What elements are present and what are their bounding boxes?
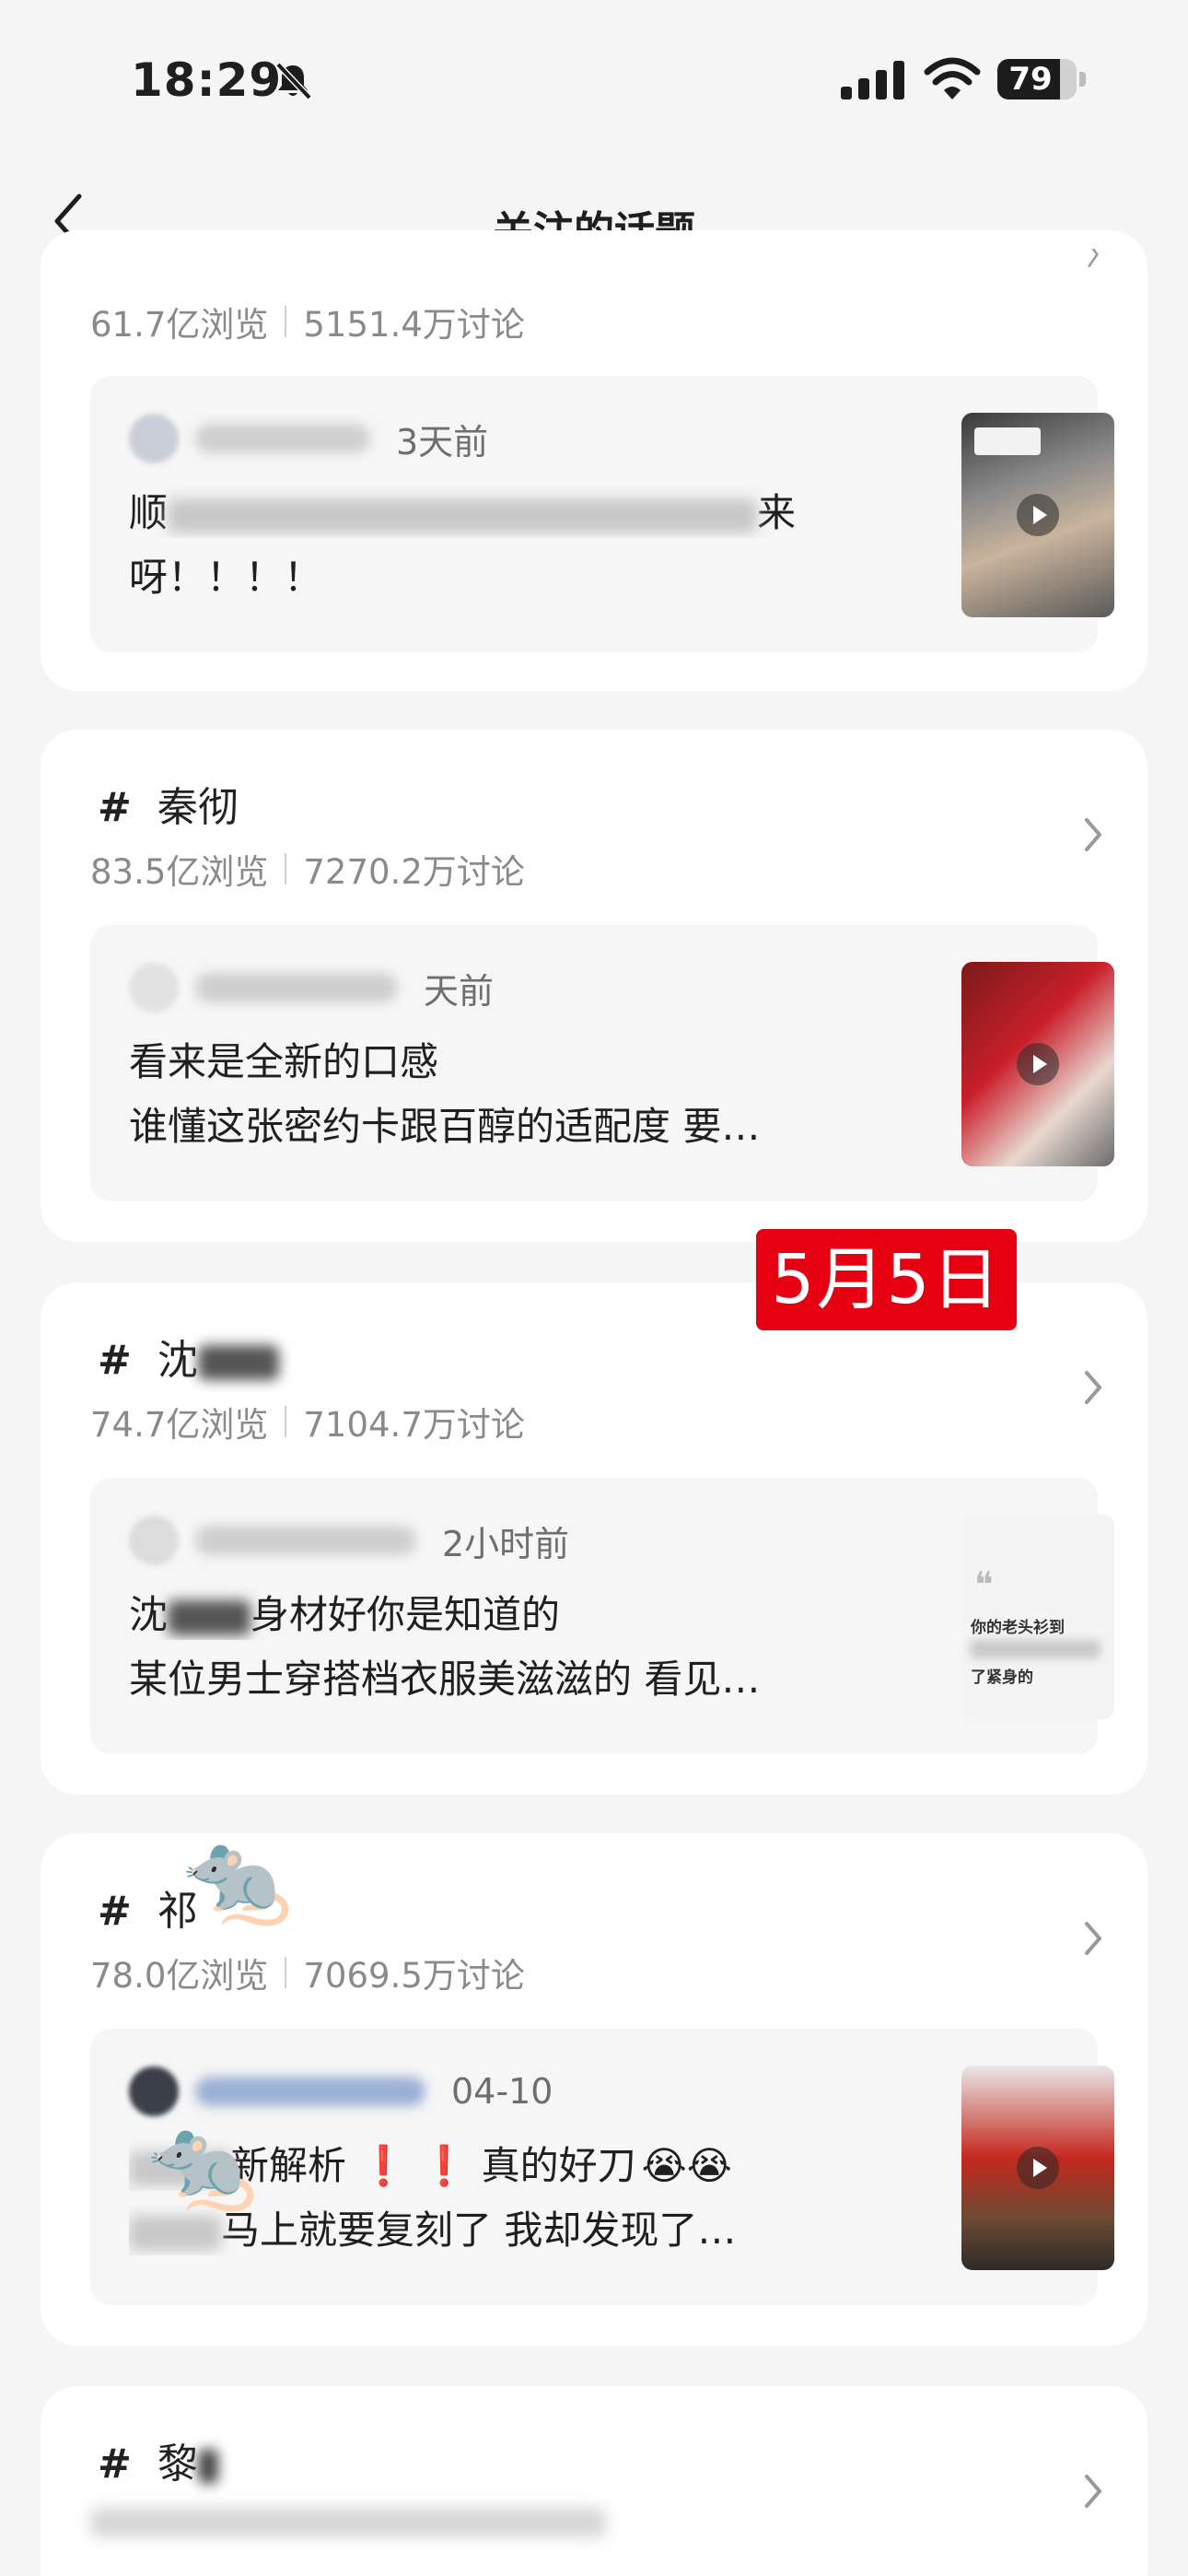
topic-stats: 61.7亿浏览 5151.4万讨论: [90, 297, 525, 346]
hashtag-icon: #: [98, 784, 132, 831]
view-count: 74.7亿浏览: [90, 1405, 269, 1445]
view-count: 61.7亿浏览: [90, 305, 269, 345]
view-count: 78.0亿浏览: [90, 1956, 269, 1996]
play-icon: [1017, 494, 1059, 536]
post-thumbnail[interactable]: [961, 413, 1114, 617]
play-icon: [1017, 1043, 1059, 1085]
blurred-text: [129, 2215, 221, 2251]
battery-percent: 79: [1008, 61, 1053, 98]
battery-icon: 79: [997, 59, 1086, 100]
avatar[interactable]: [129, 1516, 179, 1565]
exclamation-icon: ❗: [359, 2143, 408, 2188]
blurred-text: [197, 1345, 279, 1380]
divider: [285, 853, 287, 884]
chevron-right-icon[interactable]: [1079, 2469, 1107, 2513]
blurred-text: [168, 1599, 251, 1635]
divider: [285, 1406, 287, 1437]
blurred-stats: [90, 2508, 606, 2537]
post-thumbnail[interactable]: ❝ 你的老头衫到 了紧身的: [961, 1515, 1114, 1719]
divider: [285, 1957, 287, 1988]
chevron-right-icon[interactable]: [1079, 1365, 1107, 1410]
view-count: 83.5亿浏览: [90, 852, 269, 892]
chevron-right-icon[interactable]: [1079, 1916, 1107, 1961]
topic-name[interactable]: # 黎: [98, 2430, 218, 2489]
play-icon: [1017, 2147, 1059, 2189]
post-thumbnail[interactable]: [961, 2066, 1114, 2270]
blurred-username: [195, 424, 370, 453]
post-time: 3天前: [396, 421, 489, 463]
blurred-username: [195, 973, 398, 1002]
post-time: 04-10: [451, 2071, 553, 2112]
avatar[interactable]: [129, 2067, 179, 2116]
status-time: 18:29: [131, 53, 283, 107]
wifi-icon: [924, 57, 981, 100]
topic-name[interactable]: # 秦彻: [98, 774, 239, 833]
bell-muted-icon: [275, 62, 312, 100]
cellular-signal-icon: [841, 61, 904, 100]
topic-name[interactable]: # 沈: [98, 1327, 279, 1386]
avatar[interactable]: [129, 414, 179, 463]
hashtag-icon: #: [98, 2441, 132, 2488]
topic-card[interactable]: # 黎: [41, 2386, 1147, 2576]
topic-stats: 74.7亿浏览 7104.7万讨论: [90, 1397, 525, 1446]
discussion-count: 7069.5万讨论: [303, 1956, 525, 1996]
exclamation-icon: ❗: [420, 2143, 469, 2188]
avatar[interactable]: [129, 963, 179, 1013]
topic-post[interactable]: 天前 看来是全新的口感 谁懂这张密约卡跟百醇的适配度 要…: [90, 925, 1114, 1201]
crying-face-icon: 😭😭: [641, 2143, 732, 2188]
hashtag-icon: #: [98, 1888, 132, 1935]
blurred-text: [168, 498, 758, 533]
post-text-line1: 看来是全新的口感: [129, 1039, 439, 1084]
discussion-count: 5151.4万讨论: [303, 305, 525, 345]
date-badge: 5月5日: [756, 1229, 1017, 1330]
post-time: 天前: [424, 970, 495, 1012]
divider: [285, 306, 287, 337]
blurred-username: [195, 1526, 416, 1555]
topic-post[interactable]: 3天前 顺来 呀！！！！: [90, 376, 1114, 652]
rat-sticker-icon: 🐀: [147, 2112, 258, 2215]
rat-sticker-icon: 🐀: [182, 1826, 293, 1929]
hashtag-icon: #: [98, 1337, 132, 1384]
quote-icon: ❝: [974, 1564, 994, 1605]
post-thumbnail[interactable]: [961, 962, 1114, 1166]
post-text-line1: 顺来: [129, 490, 797, 535]
post-text-line2: 谁懂这张密约卡跟百醇的适配度 要…: [129, 1104, 761, 1149]
post-text-line1: 沈身材好你是知道的: [129, 1592, 561, 1637]
post-text-line2: 呀！！！！: [129, 555, 323, 600]
status-bar: 18:29 79: [0, 0, 1188, 161]
topic-card[interactable]: # 秦彻 83.5亿浏览 7270.2万讨论 天前 看来是全新的口感 谁懂这张密约…: [41, 730, 1147, 1242]
blurred-username: [195, 2077, 425, 2106]
topic-stats: 78.0亿浏览 7069.5万讨论: [90, 1948, 525, 1997]
blurred-text: [197, 2449, 218, 2484]
discussion-count: 7270.2万讨论: [303, 852, 525, 892]
discussion-count: 7104.7万讨论: [303, 1405, 525, 1445]
post-text-line2: 某位男士穿搭档衣服美滋滋的 看见…: [129, 1657, 761, 1702]
chevron-right-icon[interactable]: [1079, 813, 1107, 857]
post-time: 2小时前: [442, 1523, 570, 1564]
topic-post[interactable]: 2小时前 沈身材好你是知道的 某位男士穿搭档衣服美滋滋的 看见… ❝ 你的老头衫…: [90, 1478, 1114, 1754]
topic-card[interactable]: 61.7亿浏览 5151.4万讨论 3天前 顺来 呀！！！！: [41, 230, 1147, 691]
topic-card[interactable]: # 沈 74.7亿浏览 7104.7万讨论 2小时前 沈身材好你是知道的 某位男士…: [41, 1282, 1147, 1795]
chevron-right-icon[interactable]: [1079, 249, 1107, 276]
topic-stats: 83.5亿浏览 7270.2万讨论: [90, 844, 525, 894]
